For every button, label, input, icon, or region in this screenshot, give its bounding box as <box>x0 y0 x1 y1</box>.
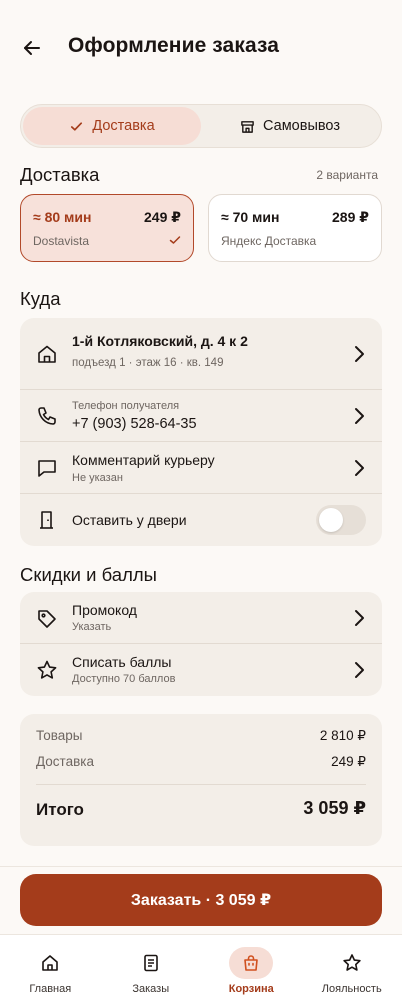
bottom-tab-bar: Главная Заказы Корзина Лояльность <box>0 934 402 1006</box>
address-row[interactable]: 1-й Котляковский, д. 4 к 2 подъезд 1 · э… <box>20 318 382 390</box>
delivery-options-count: 2 варианта <box>316 168 378 182</box>
chevron-right-icon <box>355 408 364 424</box>
address-card: 1-й Котляковский, д. 4 к 2 подъезд 1 · э… <box>20 318 382 546</box>
check-icon <box>169 236 181 244</box>
tab-home-label: Главная <box>29 983 72 995</box>
delivery-option-time: ≈ 80 мин <box>33 209 92 225</box>
leave-at-door-toggle[interactable] <box>316 505 366 535</box>
use-points-row[interactable]: Списать баллы Доступно 70 баллов <box>20 644 382 696</box>
order-summary: Товары 2 810 ₽ Доставка 249 ₽ Итого 3 05… <box>20 714 382 846</box>
leave-at-door-row: Оставить у двери <box>20 494 382 546</box>
leave-at-door-label: Оставить у двери <box>72 512 187 528</box>
discounts-card: Промокод Указать Списать баллы Доступно … <box>20 592 382 696</box>
tab-delivery[interactable]: Доставка <box>23 107 201 145</box>
tab-home[interactable]: Главная <box>0 935 101 1006</box>
chevron-right-icon <box>355 346 364 362</box>
delivery-option-dostavista[interactable]: ≈ 80 мин 249 ₽ Dostavista <box>20 194 194 262</box>
goods-label: Товары <box>36 728 83 743</box>
promo-code-title: Промокод <box>72 602 137 618</box>
phone-row[interactable]: Телефон получателя +7 (903) 528-64-35 <box>20 390 382 442</box>
delivery-option-price: 289 ₽ <box>332 209 369 225</box>
phone-label: Телефон получателя <box>72 400 180 412</box>
address-details: подъезд 1 · этаж 16 · кв. 149 <box>72 357 224 369</box>
delivery-cost-value: 249 ₽ <box>331 754 366 769</box>
address-text: 1-й Котляковский, д. 4 к 2 <box>72 333 248 349</box>
courier-comment-title: Комментарий курьеру <box>72 452 215 468</box>
back-arrow-icon[interactable] <box>20 36 44 60</box>
delivery-option-yandex[interactable]: ≈ 70 мин 289 ₽ Яндекс Доставка <box>208 194 382 262</box>
use-points-title: Списать баллы <box>72 654 172 670</box>
tab-pickup[interactable]: Самовывоз <box>201 107 379 145</box>
tab-orders-label: Заказы <box>132 983 170 995</box>
tab-cart[interactable]: Корзина <box>201 935 302 1006</box>
courier-comment-row[interactable]: Комментарий курьеру Не указан <box>20 442 382 494</box>
tab-pickup-label: Самовывоз <box>263 118 340 134</box>
tab-cart-label: Корзина <box>228 983 274 995</box>
star-icon <box>330 947 374 979</box>
where-section-title: Куда <box>20 288 61 309</box>
delivery-method-switch: Доставка Самовывоз <box>20 104 382 148</box>
bag-icon <box>229 947 274 979</box>
comment-icon <box>38 460 56 477</box>
delivery-cost-label: Доставка <box>36 754 94 769</box>
phone-value: +7 (903) 528-64-35 <box>72 416 197 432</box>
delivery-option-time: ≈ 70 мин <box>221 209 280 225</box>
chevron-right-icon <box>355 662 364 678</box>
home-icon <box>28 947 72 979</box>
footer-divider <box>0 866 402 867</box>
courier-comment-value: Не указан <box>72 472 123 484</box>
door-icon <box>40 511 53 529</box>
use-points-sub: Доступно 70 баллов <box>72 673 176 685</box>
page-title: Оформление заказа <box>68 34 280 57</box>
star-icon <box>37 660 57 679</box>
orders-icon <box>129 947 173 979</box>
delivery-option-name: Яндекс Доставка <box>221 234 317 248</box>
delivery-section-title: Доставка <box>20 164 100 185</box>
total-label: Итого <box>36 800 84 819</box>
tab-loyalty[interactable]: Лояльность <box>302 935 402 1006</box>
promo-code-row[interactable]: Промокод Указать <box>20 592 382 644</box>
tab-orders[interactable]: Заказы <box>101 935 202 1006</box>
chevron-right-icon <box>355 610 364 626</box>
promo-code-sub: Указать <box>72 621 112 633</box>
delivery-option-price: 249 ₽ <box>144 209 181 225</box>
discounts-section-title: Скидки и баллы <box>20 564 157 585</box>
toggle-knob <box>319 508 343 532</box>
place-order-button[interactable]: Заказать · 3 059 ₽ <box>20 874 382 926</box>
total-value: 3 059 ₽ <box>303 798 366 818</box>
chevron-right-icon <box>355 460 364 476</box>
goods-value: 2 810 ₽ <box>319 728 366 743</box>
check-icon <box>71 121 83 131</box>
home-icon <box>38 345 56 363</box>
delivery-option-name: Dostavista <box>33 234 90 248</box>
summary-divider <box>36 784 366 785</box>
header: Оформление заказа <box>0 24 402 72</box>
tag-icon <box>38 610 56 628</box>
store-icon <box>241 120 254 133</box>
tab-loyalty-label: Лояльность <box>321 983 382 995</box>
phone-icon <box>38 407 56 425</box>
tab-delivery-label: Доставка <box>92 118 155 134</box>
